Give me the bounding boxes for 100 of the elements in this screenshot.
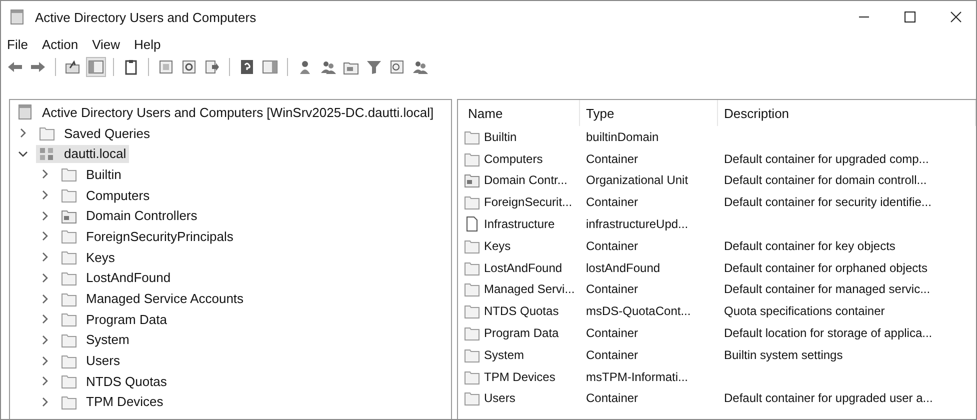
folder-icon xyxy=(61,373,77,390)
menu-item[interactable]: File xyxy=(7,36,28,52)
folder-icon xyxy=(61,311,77,328)
table-cell: Container xyxy=(586,282,638,296)
folder-icon xyxy=(61,352,77,369)
organizational-folder-icon xyxy=(61,208,77,224)
collapse-chevron-icon[interactable] xyxy=(18,148,28,159)
table-cell: Container xyxy=(586,195,638,210)
expand-chevron-icon[interactable] xyxy=(40,169,50,180)
table-cell: Container xyxy=(586,326,638,340)
window-title: Active Directory Users and Computers xyxy=(35,10,256,24)
expand-chevron-icon[interactable] xyxy=(40,231,50,242)
tree-item[interactable]: Managed Service Accounts xyxy=(58,290,247,308)
table-cell: Container xyxy=(586,391,638,406)
table-cell[interactable]: LostAndFound xyxy=(484,260,562,275)
folder-icon xyxy=(61,187,77,204)
tree-item[interactable]: Computers xyxy=(58,186,153,204)
expand-chevron-icon[interactable] xyxy=(40,396,50,407)
table-cell[interactable]: Infrastructure xyxy=(484,217,555,232)
console-icon xyxy=(9,9,25,25)
folder-icon xyxy=(464,325,480,342)
menu-item[interactable]: Help xyxy=(134,36,161,52)
document-icon xyxy=(464,216,480,232)
table-cell[interactable]: Keys xyxy=(484,238,511,253)
table-cell[interactable]: Computers xyxy=(484,152,543,166)
expand-chevron-icon[interactable] xyxy=(40,356,50,366)
table-cell: Quota specifications container xyxy=(724,304,885,318)
expand-chevron-icon[interactable] xyxy=(40,252,50,262)
table-cell: Default container for domain controll... xyxy=(724,173,927,188)
expand-chevron-icon[interactable] xyxy=(40,190,50,200)
table-cell: msDS-QuotaCont... xyxy=(586,304,691,318)
expand-chevron-icon[interactable] xyxy=(40,272,50,283)
folder-icon xyxy=(61,290,77,307)
folder-icon xyxy=(61,394,77,410)
tree-item[interactable]: Users xyxy=(58,352,123,370)
folder-icon xyxy=(61,166,77,182)
folder-icon xyxy=(464,346,480,363)
expand-chevron-icon[interactable] xyxy=(18,128,28,138)
table-cell: Default container for orphaned objects xyxy=(724,260,928,275)
close-icon[interactable] xyxy=(950,11,962,23)
folder-icon xyxy=(464,194,480,210)
table-cell: Builtin system settings xyxy=(724,348,843,362)
table-cell[interactable]: ForeignSecurit... xyxy=(484,195,572,210)
table-cell: infrastructureUpd... xyxy=(586,217,688,232)
table-cell: Default container for key objects xyxy=(724,238,896,253)
table-cell[interactable]: Domain Contr... xyxy=(484,173,568,188)
folder-icon xyxy=(464,150,480,167)
tree-item[interactable]: Active Directory Users and Computers [WinSrv2025-DC.dautti.local] xyxy=(14,103,437,122)
console-icon xyxy=(17,104,33,120)
folder-icon xyxy=(61,332,77,348)
tree-item[interactable]: Keys xyxy=(58,248,118,266)
tree-item[interactable]: LostAndFound xyxy=(58,268,174,287)
domain-icon xyxy=(39,146,55,162)
menu-item[interactable]: Action xyxy=(42,36,78,52)
table-cell[interactable]: NTDS Quotas xyxy=(484,304,559,318)
table-cell[interactable]: Program Data xyxy=(484,326,559,340)
table-cell[interactable]: TPM Devices xyxy=(484,370,556,384)
folder-icon xyxy=(464,281,480,298)
table-cell: msTPM-Informati... xyxy=(586,370,688,384)
table-cell: Default location for storage of applica... xyxy=(724,326,932,340)
folder-icon xyxy=(464,303,480,320)
table-cell: Container xyxy=(586,348,638,362)
column-header[interactable]: Type xyxy=(580,100,718,126)
table-cell: Container xyxy=(586,152,638,166)
table-cell[interactable]: Managed Servi... xyxy=(484,282,575,296)
expand-chevron-icon[interactable] xyxy=(40,210,50,221)
tree-item[interactable]: ForeignSecurityPrincipals xyxy=(58,227,236,246)
tree-item[interactable]: Builtin xyxy=(58,165,124,184)
folder-icon xyxy=(39,125,55,142)
tree-item[interactable]: Saved Queries xyxy=(36,124,153,142)
table-cell: Default container for upgraded user a... xyxy=(724,391,933,406)
table-cell[interactable]: Builtin xyxy=(484,130,517,144)
tree-item[interactable]: dautti.local xyxy=(36,144,130,163)
organizational-folder-icon xyxy=(464,172,480,188)
column-header[interactable]: Name xyxy=(462,100,580,126)
folder-icon xyxy=(464,390,480,406)
menu-item[interactable]: View xyxy=(92,36,120,52)
folder-icon xyxy=(464,238,480,254)
tree-item[interactable]: Program Data xyxy=(58,310,170,328)
expand-chevron-icon[interactable] xyxy=(40,376,50,386)
expand-chevron-icon[interactable] xyxy=(40,294,50,304)
expand-chevron-icon[interactable] xyxy=(40,334,50,345)
table-cell[interactable]: Users xyxy=(484,391,516,406)
tree-item[interactable]: Domain Controllers xyxy=(58,206,200,225)
tree-item[interactable]: NTDS Quotas xyxy=(58,372,170,390)
folder-icon xyxy=(464,368,480,385)
table-cell: builtinDomain xyxy=(586,130,659,144)
maximize-icon[interactable] xyxy=(904,11,916,23)
folder-icon xyxy=(61,249,77,266)
folder-icon xyxy=(61,228,77,244)
table-cell: Default container for security identifie... xyxy=(724,195,932,210)
tree-item[interactable]: System xyxy=(58,330,132,349)
column-header[interactable]: Description xyxy=(718,100,976,126)
expand-chevron-icon[interactable] xyxy=(40,314,50,324)
table-cell[interactable]: System xyxy=(484,348,524,362)
table-cell: Default container for managed servic... xyxy=(724,282,930,296)
table-cell: lostAndFound xyxy=(586,260,660,275)
folder-icon xyxy=(464,128,480,145)
tree-item[interactable]: TPM Devices xyxy=(58,392,166,411)
table-cell: Container xyxy=(586,238,638,253)
